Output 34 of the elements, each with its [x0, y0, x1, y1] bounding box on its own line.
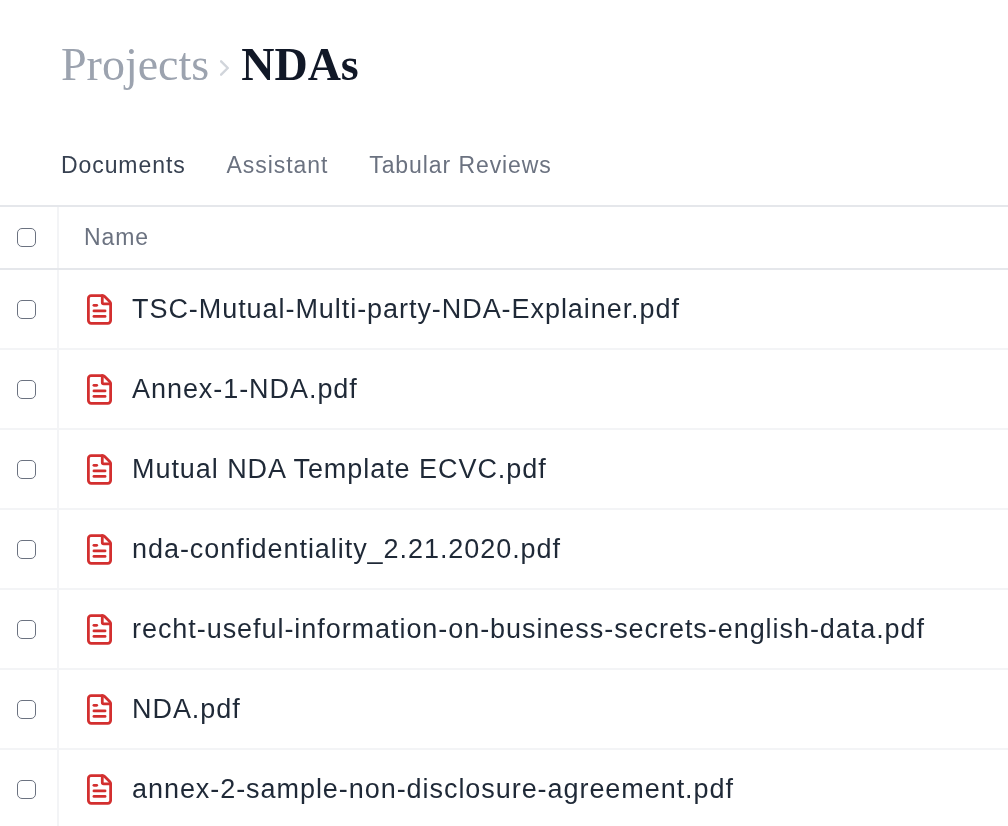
breadcrumb-current: NDAs	[241, 42, 359, 88]
document-icon	[87, 693, 112, 725]
document-icon	[87, 453, 112, 485]
tab[interactable]: Documents	[61, 147, 186, 183]
table-row[interactable]: Annex-1-NDA.pdf	[0, 350, 1008, 430]
document-icon	[87, 293, 112, 325]
file-name: nda-confidentiality_2.21.2020.pdf	[132, 532, 561, 566]
checkbox[interactable]	[17, 779, 36, 799]
file-name: annex-2-sample-non-disclosure-agreement.pdf	[132, 772, 734, 806]
document-icon	[87, 773, 112, 805]
file-name: recht-useful-information-on-business-secrets-english-data.pdf	[132, 612, 925, 646]
file-name: Mutual NDA Template ECVC.pdf	[132, 452, 547, 486]
checkbox[interactable]	[17, 379, 36, 399]
checkbox[interactable]	[17, 539, 36, 559]
table-row[interactable]: NDA.pdf	[0, 670, 1008, 750]
document-icon	[87, 533, 112, 565]
checkbox[interactable]	[17, 459, 36, 479]
tab[interactable]: Assistant	[226, 147, 329, 183]
checkbox[interactable]	[17, 299, 36, 319]
document-icon	[87, 613, 112, 645]
table-row[interactable]: nda-confidentiality_2.21.2020.pdf	[0, 510, 1008, 590]
chevron-right-icon	[220, 60, 231, 76]
checkbox[interactable]	[17, 228, 36, 247]
document-icon	[87, 373, 112, 405]
checkbox[interactable]	[17, 619, 36, 639]
file-name: Annex-1-NDA.pdf	[132, 372, 358, 406]
file-name: TSC-Mutual-Multi-party-NDA-Explainer.pdf	[132, 292, 680, 326]
tab[interactable]: Tabular Reviews	[369, 147, 552, 183]
column-header[interactable]: Name	[84, 220, 150, 255]
table-row[interactable]: TSC-Mutual-Multi-party-NDA-Explainer.pdf	[0, 270, 1008, 350]
table-row[interactable]: recht-useful-information-on-business-secrets-english-data.pdf	[0, 590, 1008, 670]
checkbox[interactable]	[17, 699, 36, 719]
file-name: NDA.pdf	[132, 692, 241, 726]
table-row[interactable]: Mutual NDA Template ECVC.pdf	[0, 430, 1008, 510]
